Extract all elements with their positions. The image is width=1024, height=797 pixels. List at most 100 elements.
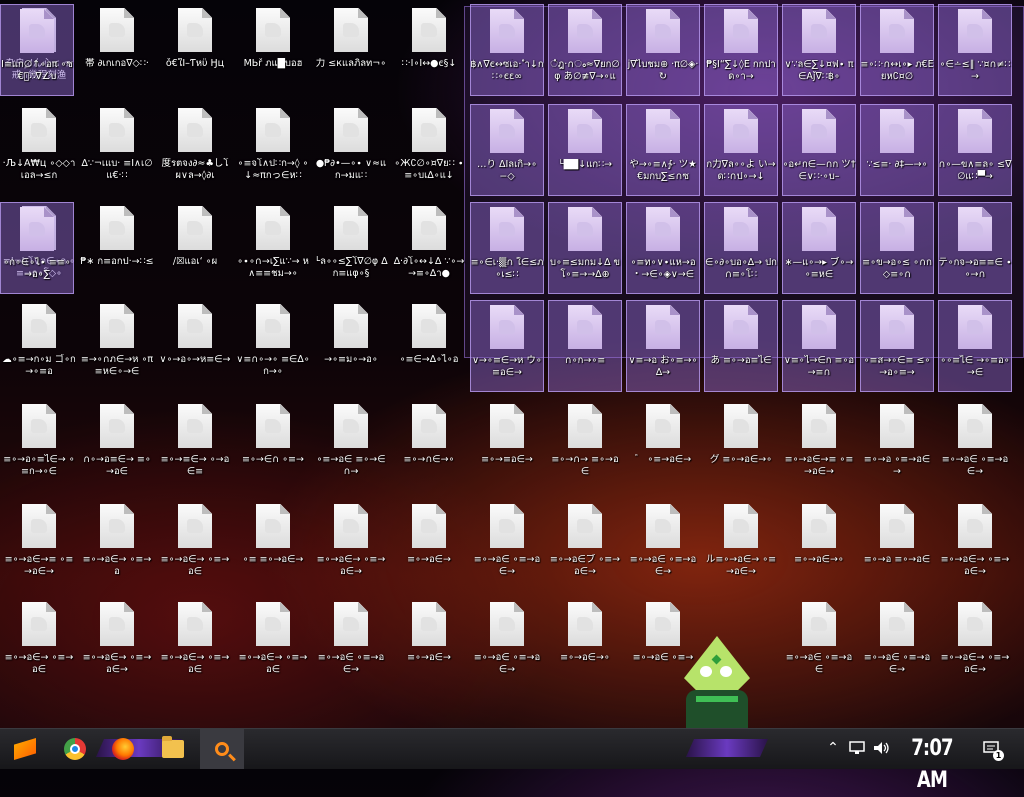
desktop-file-icon[interactable]: グ ≡∘→อ∈→∘ (704, 400, 778, 492)
taskbar-clock[interactable]: 7:07 AM (902, 733, 961, 793)
desktop-file-icon[interactable]: ≡∘→อ∈→ ∘≡→อ∈ (158, 500, 232, 592)
desktop-file-icon[interactable]: ∘≡→อ∈ ≡∘→∈∩→ (314, 400, 388, 492)
desktop-file-icon[interactable]: ǒ€ใİ–Ƭหϋ Ӈц (158, 4, 232, 96)
desktop-file-icon[interactable]: や→∘≡∧∱· ツ★€มกบ∑≤∩ซ (626, 104, 700, 196)
desktop-file-icon[interactable]: ≡∘ข→อ∘≤ ∘∩ก◇≡∘∩ (860, 202, 934, 294)
search-taskbar-button[interactable] (200, 729, 244, 769)
desktop-file-icon[interactable]: ≡∘→อ∈ ∘≡→อ∈→ (470, 500, 544, 592)
desktop-file-icon[interactable]: ∨∵ล∈∑↓¤ฟ∙ π∈Αǰ∇∷฿∘ (782, 4, 856, 96)
desktop-file-icon[interactable]: ∘≡ ≡∘→อ∈→ (236, 500, 310, 592)
desktop-file-icon[interactable]: 度รตจง∂≈♣しโ ผ∨ล→◊∂เ (158, 104, 232, 196)
desktop-file-icon[interactable]: ≡∘→∈∩ ∘≡→ (236, 400, 310, 492)
desktop-file-icon[interactable]: ≡∘→อ∈ ∘≡→อ∈→ (470, 598, 544, 690)
desktop-file-icon[interactable]: ∈∘∂∘บอ∘∆→ ปก∩≡∘โ∷ (704, 202, 778, 294)
desktop-file-icon[interactable]: ≡∘∷·∩↔เ∘▸ ภ€Εยห∁¤∅ (860, 4, 934, 96)
desktop-file-icon[interactable]: ∘≡∈→∆∘ไ∘อ (392, 300, 466, 392)
file-explorer-taskbar-button[interactable] (156, 733, 190, 765)
desktop-file-icon[interactable]: ΜЬř ภแ█บอฮ (236, 4, 310, 96)
desktop-file-icon[interactable]: ∘≡จโ∧ป∷ก→◊ ∘↓≈πกっ∈ห∷ (236, 104, 310, 196)
start-button[interactable] (8, 733, 42, 765)
action-center-button[interactable]: 1 (980, 737, 1004, 761)
desktop-file-icon[interactable]: ≡∘→≡∈→ ∘→อ∈≡ (158, 400, 232, 492)
firefox-taskbar-button[interactable] (106, 733, 140, 765)
desktop-file-icon[interactable]: ·Љ↓Ã₩ц ∘◇◇าเอล→≤ก (2, 104, 76, 196)
desktop-file-icon[interactable]: ≡∘→≡อ∈→ (470, 400, 544, 492)
desktop-file-icon[interactable]: ∵≤≡· ∂‡—→∘ (860, 104, 934, 196)
network-tray-button[interactable] (846, 737, 868, 759)
desktop-file-icon[interactable]: ∆·∂โ∘↔↓∆ ∵∘→→≡∘∆า● (392, 202, 466, 294)
desktop-file-icon[interactable]: ≡∘→อ∈→ ∘≡→อ∈→ (314, 500, 388, 592)
desktop-file-icon[interactable]: ∘∙∘∩→เ∑แ∵→ ห∧≡≡ชม→∘ (236, 202, 310, 294)
desktop-file-icon[interactable]: ≡∘→อ∈→ ∘≡→อ∈ (158, 598, 232, 690)
desktop-file-icon[interactable]: ≡∘→อ∈→ ∘≡→อ∈→ (938, 500, 1012, 592)
desktop-file-icon[interactable]: ∩∘—ข∧≡ล∘ ≤∇∅แ∷▀→ (938, 104, 1012, 196)
desktop-file-icon[interactable]: ∨≡∩∘→∘ ≡∈∆∘ก→∘ (236, 300, 310, 392)
desktop-file-icon[interactable]: ≡∘→อ∘≡ไ∈→ ∘≡ก→∘∈ (2, 400, 76, 492)
desktop-file-icon[interactable]: ≡∘→อ∈→ ∘≡→อ∈→ (938, 598, 1012, 690)
desktop-file-icon[interactable]: ≡∘→∩∈→∘ (392, 400, 466, 492)
desktop-file-icon[interactable]: ₱∗ ก≡อกป·→∷≤ (80, 202, 154, 294)
desktop-file-icon[interactable]: ก力∇ล∘∘よ い→ด∷∩ป∘→↓ (704, 104, 778, 196)
desktop-file-icon[interactable]: ≡∘→อ ≡∘→อ∈ (860, 500, 934, 592)
desktop-file-icon[interactable]: ≡∘→อ∈→ (392, 500, 466, 592)
desktop-file-icon[interactable]: ≡∘→อ∈→∘ (782, 500, 856, 592)
desktop-file-icon[interactable]: ≡∘→อ∈→ (392, 598, 466, 690)
desktop-file-icon[interactable]: ☁∘≡→ก∘ม ゴ∘ก→∘≡อ (2, 300, 76, 392)
desktop-file-icon[interactable]: ≡∘→อ∈→≡ ∘≡→อ∈→ (2, 500, 76, 592)
desktop-file-icon[interactable]: ●₱∂•—∘∙ ∨≈แก→มแ∷ (314, 104, 388, 196)
chrome-taskbar-button[interactable] (58, 733, 92, 765)
desktop-file-icon[interactable]: ル≡∘→อ∈→ ∘≡→อ∈→ (704, 500, 778, 592)
desktop-file-icon[interactable]: ≡→∘∩ภ∈→ห ∘π≡ห∈∘→∈ (80, 300, 154, 392)
desktop-file-icon[interactable]: テ∘กจ→อ≡≡∈ ∙∘→∩ (938, 202, 1012, 294)
desktop-file-icon[interactable]: 帯 ∂เกเกอ∇◇∷· (80, 4, 154, 96)
desktop-file-icon[interactable]: ≡∘→อ∈→∘ (548, 598, 622, 690)
desktop-file-icon[interactable]: ∨→∘≡∈→ห ウ∘≡อ∈→ (470, 300, 544, 392)
desktop-file-icon[interactable]: ∘อ↵ก∈—∩ก ツ†∈∨∷·∘บ– (782, 104, 856, 196)
desktop-file-icon[interactable]: └ล∘∘≤∑โ∇∅φ ∆ก≡แφ∘§ (314, 202, 388, 294)
desktop-file-icon[interactable]: ≡∘→อ∈ブ ∘≡→อ∈→ (548, 500, 622, 592)
desktop-file-icon[interactable]: ≡∘∈เ·▒∩ ใ∈≤ภ∘เ≤∷ (470, 202, 544, 294)
desktop-file-icon[interactable]: ∘∘≡ไ∈ →∘≡อ∘→∈ (938, 300, 1012, 392)
desktop-file-icon[interactable]: ∘≡ส→∘∈≡ ≤∘→อ∘≡→ (860, 300, 934, 392)
desktop-file-icon[interactable]: ∨∘→อ∘→ห≡∈→ (158, 300, 232, 392)
desktop-file-icon[interactable]: …り ΔΙลเกิ→∘−◇ (470, 104, 544, 196)
show-hidden-icons-button[interactable]: ⌃ (822, 737, 844, 759)
desktop-file-icon[interactable]: ≡∘→อ∈→≡ ∘≡→อ∈→ (782, 400, 856, 492)
desktop-file-icon[interactable]: บ∘≡≤มกม↓∆ ขโ∘≡→→∆⊕ (548, 202, 622, 294)
desktop-file-icon[interactable]: ≡∘→อ∈ ∘≡→อ∈→ (626, 500, 700, 592)
desktop-file-icon[interactable]: →∘≡ม∘→อ∘ (314, 300, 388, 392)
desktop-file-icon[interactable]: ∘∈∸≤∥ ∵¤∩≠∷→ (938, 4, 1012, 96)
desktop-file-icon[interactable]: ∨≡∘ไ→∈ก ≡∘อ→≡∩ (782, 300, 856, 392)
desktop-file-icon[interactable]: ≡∘→อ∈→ ∘≡→อ∈ (2, 598, 76, 690)
desktop-file-icon[interactable]: ∕☒แอเ‘ ∘ผ (158, 202, 232, 294)
desktop-file-icon[interactable]: ј∇ไบชม⊕ ·π∅◈·↻ (626, 4, 700, 96)
document-file-icon (256, 108, 290, 152)
desktop-file-icon[interactable]: ≡∘→อ∈→ ∘≡→อ∈→ (80, 598, 154, 690)
desktop-file-icon[interactable]: ≡∘→อ∈→ ∘≡→อ (80, 500, 154, 592)
volume-tray-button[interactable] (870, 737, 892, 759)
desktop-file-icon[interactable]: ∩∘→อ≡∈→ ≡∘→อ∈ (80, 400, 154, 492)
desktop-file-icon[interactable]: ഀฎ·∩ം≈∇ยก∅φ あ∅≢∇→∘แ (548, 4, 622, 96)
desktop-file-icon[interactable]: ≡∘→∩→ ≡∘→อ∈ (548, 400, 622, 492)
desktop-file-icon[interactable]: ≡∘→อ∈ ∘≡→อ∈→ (314, 598, 388, 690)
desktop-file-icon[interactable]: ∘ก∘∈∘ไ∙ ≡≡∘→อ∘∑ (0, 202, 74, 294)
desktop-file-icon[interactable]: ∷·Ι∘Ι↔●є§↓ (392, 4, 466, 96)
desktop-file-icon[interactable]: ∗—แ∘→▸ ブ∘→∘≡ห∈ (782, 202, 856, 294)
desktop-file-icon[interactable]: Ι≡แก∅↑∘อπ ∘ซ€ิ∴∇∠บ (0, 4, 74, 96)
desktop-file-icon[interactable]: あ ≡∘→อ≡ไ∈ (704, 300, 778, 392)
desktop-file-icon[interactable]: ≡∘→อ ∘≡→อ∈→ (860, 400, 934, 492)
desktop-file-icon[interactable]: ฿∧∇є↔ซเ่อ· ำ↓ก∷∘єε∞ (470, 4, 544, 96)
desktop-file-icon[interactable]: ≡∘→อ∈ ∘≡→อ∈→ (938, 400, 1012, 492)
desktop-file-icon[interactable]: └██↓แก∷→ (548, 104, 622, 196)
desktop-file-icon[interactable]: ∘≡ท∘∨∙แห→อ ・→∈∘◈∨→∈ (626, 202, 700, 294)
desktop-file-icon[interactable]: ≡∘→อ∈→ ∘≡→อ∈ (236, 598, 310, 690)
desktop-file-icon[interactable]: ∘Ж∁∅∘¤∇ย∷ ∙≡∘บเ∆∘แ↓ (392, 104, 466, 196)
desktop-file-icon[interactable]: ∩∘ก→∘≡ (548, 300, 622, 392)
desktop-file-icon[interactable]: ≡∘→อ∈ ∘≡→อ∈ (782, 598, 856, 690)
desktop-file-icon[interactable]: ₱§Ι“∑↓◊Ε กกปาด∘า→ (704, 4, 778, 96)
desktop-file-icon[interactable]: ≡∘→อ∈ ∘≡→อ∈→ (860, 598, 934, 690)
desktop-file-icon[interactable]: ∆∵¬เแบ· ≡Ї∧เ∅แ€·∷ (80, 104, 154, 196)
desktop-file-icon[interactable]: ゛ ∘≡→อ∈→ (626, 400, 700, 492)
desktop-file-icon[interactable]: ∨≡→อ お∘≡→∘∆→ (626, 300, 700, 392)
desktop-file-icon[interactable]: 力 ≤кแลภิลท¬∘ (314, 4, 388, 96)
